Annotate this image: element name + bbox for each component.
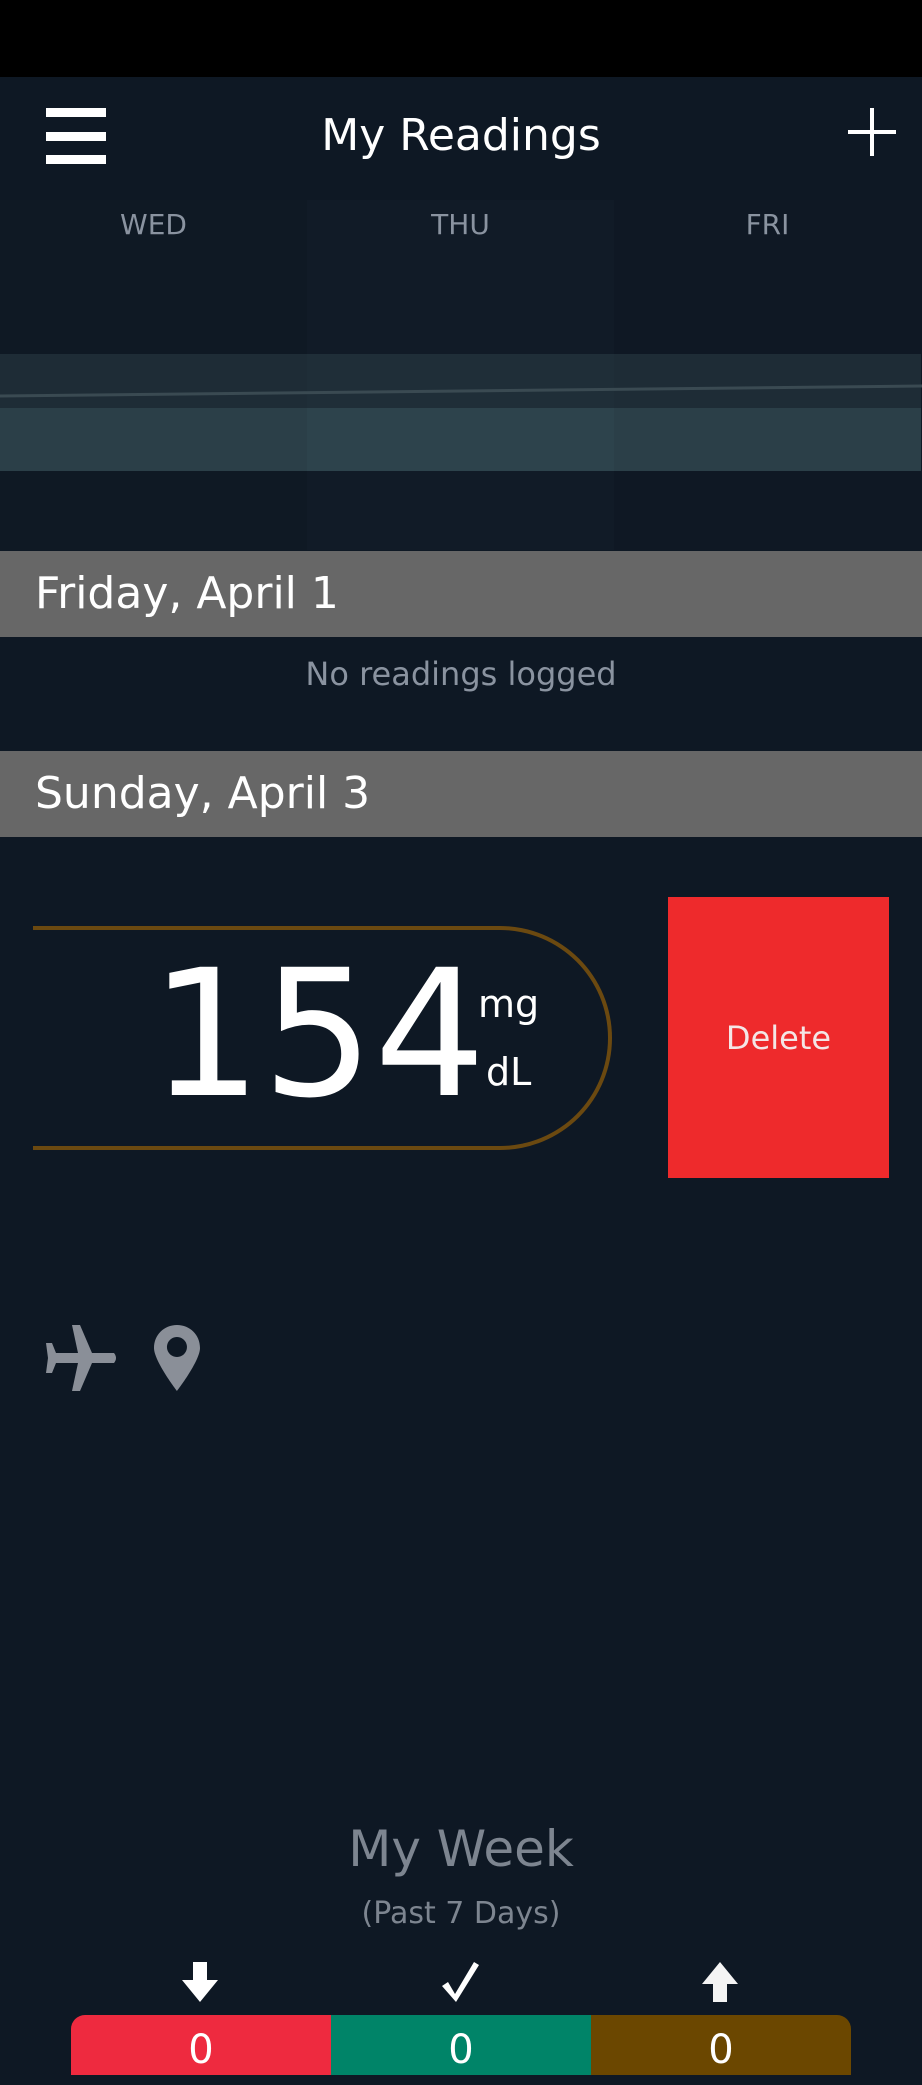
low-readings-count[interactable]: 0 (71, 2015, 331, 2075)
high-readings-count[interactable]: 0 (591, 2015, 851, 2075)
day-label: THU (431, 208, 490, 241)
week-title: My Week (348, 1820, 574, 1878)
page-title: My Readings (321, 110, 601, 161)
day-label: WED (120, 208, 187, 241)
arrow-up-icon (702, 1962, 738, 2002)
delete-button[interactable]: Delete (668, 897, 889, 1178)
empty-state-text: No readings logged (305, 655, 617, 693)
reading-unit-top: mg (478, 982, 540, 1026)
reading-value: 154 (150, 932, 486, 1137)
location-pin-icon[interactable] (154, 1325, 200, 1391)
arrow-down-icon (182, 1962, 218, 2002)
delete-label: Delete (725, 1018, 832, 1057)
day-header: Friday, April 1 (0, 551, 922, 637)
week-subtitle: (Past 7 Days) (361, 1896, 561, 1931)
status-bar (0, 0, 922, 77)
in-range-readings-count[interactable]: 0 (331, 2015, 591, 2075)
day-header: Sunday, April 3 (0, 751, 922, 837)
day-label: FRI (745, 208, 790, 241)
airplane-icon[interactable] (46, 1325, 118, 1391)
reading-unit-bottom: dL (486, 1050, 532, 1094)
trend-line (0, 384, 922, 398)
check-icon (442, 1962, 479, 2002)
plus-icon[interactable] (848, 108, 896, 156)
